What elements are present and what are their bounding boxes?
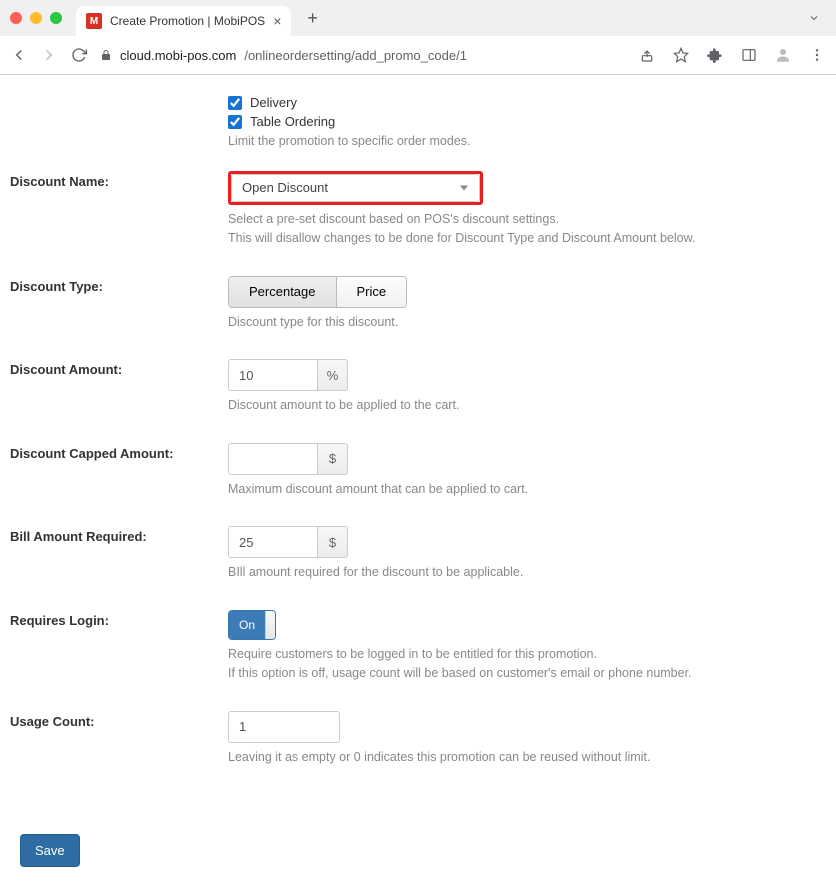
requires-login-row: Requires Login: On Require customers to … <box>10 610 826 683</box>
share-icon[interactable] <box>638 46 656 64</box>
lock-icon <box>100 49 112 61</box>
table-ordering-checkbox-row: Table Ordering <box>228 114 826 129</box>
percent-addon: % <box>318 359 348 391</box>
delivery-label: Delivery <box>250 95 297 110</box>
discount-name-select-highlight: Open Discount <box>228 171 483 205</box>
mobipos-favicon: M <box>86 13 102 29</box>
close-window-button[interactable] <box>10 12 22 24</box>
discount-name-select[interactable]: Open Discount <box>231 174 480 202</box>
discount-amount-help: Discount amount to be applied to the car… <box>228 397 826 415</box>
discount-name-label: Discount Name: <box>10 174 109 189</box>
discount-name-help2: This will disallow changes to be done fo… <box>228 230 826 248</box>
panel-icon[interactable] <box>740 46 758 64</box>
discount-capped-row: Discount Capped Amount: $ Maximum discou… <box>10 443 826 499</box>
browser-toolbar: cloud.mobi-pos.com/onlineordersetting/ad… <box>0 36 836 74</box>
dollar-addon: $ <box>318 443 348 475</box>
kebab-menu-icon[interactable] <box>808 46 826 64</box>
discount-type-price[interactable]: Price <box>336 277 407 307</box>
requires-login-label: Requires Login: <box>10 613 109 628</box>
star-icon[interactable] <box>672 46 690 64</box>
discount-amount-label: Discount Amount: <box>10 362 122 377</box>
discount-type-percentage[interactable]: Percentage <box>229 277 336 307</box>
promotion-form: Delivery Table Ordering Limit the promot… <box>0 75 836 887</box>
tab-title: Create Promotion | MobiPOS <box>110 14 265 28</box>
discount-capped-label: Discount Capped Amount: <box>10 446 173 461</box>
reload-button[interactable] <box>70 46 88 64</box>
bill-required-label: Bill Amount Required: <box>10 529 147 544</box>
order-modes-help: Limit the promotion to specific order mo… <box>228 133 826 151</box>
chevron-down-icon[interactable] <box>808 12 820 24</box>
dollar-addon-2: $ <box>318 526 348 558</box>
minimize-window-button[interactable] <box>30 12 42 24</box>
address-bar[interactable]: cloud.mobi-pos.com/onlineordersetting/ad… <box>100 48 626 63</box>
bill-required-help: BIll amount required for the discount to… <box>228 564 826 582</box>
delivery-checkbox[interactable] <box>228 96 242 110</box>
usage-count-row: Usage Count: Leaving it as empty or 0 in… <box>10 711 826 767</box>
browser-tab[interactable]: M Create Promotion | MobiPOS × <box>76 6 291 36</box>
delivery-checkbox-row: Delivery <box>228 95 826 110</box>
extensions-icon[interactable] <box>706 46 724 64</box>
discount-name-row: Discount Name: Open Discount Select a pr… <box>10 171 826 248</box>
discount-type-segmented: Percentage Price <box>228 276 407 308</box>
discount-amount-input[interactable] <box>228 359 318 391</box>
bill-required-row: Bill Amount Required: $ BIll amount requ… <box>10 526 826 582</box>
requires-login-toggle[interactable]: On <box>228 610 276 640</box>
discount-name-help1: Select a pre-set discount based on POS's… <box>228 211 826 229</box>
url-path: /onlineordersetting/add_promo_code/1 <box>244 48 467 63</box>
url-host: cloud.mobi-pos.com <box>120 48 236 63</box>
profile-icon[interactable] <box>774 46 792 64</box>
discount-type-label: Discount Type: <box>10 279 103 294</box>
toggle-on-label: On <box>229 611 265 639</box>
close-tab-icon[interactable]: × <box>273 13 281 29</box>
discount-amount-row: Discount Amount: % Discount amount to be… <box>10 359 826 415</box>
requires-login-help1: Require customers to be logged in to be … <box>228 646 826 664</box>
discount-type-row: Discount Type: Percentage Price Discount… <box>10 276 826 332</box>
maximize-window-button[interactable] <box>50 12 62 24</box>
discount-name-value: Open Discount <box>242 180 328 195</box>
back-button[interactable] <box>10 46 28 64</box>
discount-capped-input[interactable] <box>228 443 318 475</box>
browser-chrome: M Create Promotion | MobiPOS × + cloud.m… <box>0 0 836 75</box>
table-ordering-label: Table Ordering <box>250 114 335 129</box>
discount-capped-help: Maximum discount amount that can be appl… <box>228 481 826 499</box>
usage-count-label: Usage Count: <box>10 714 95 729</box>
toggle-handle <box>265 611 275 639</box>
discount-type-help: Discount type for this discount. <box>228 314 826 332</box>
order-modes-row: Delivery Table Ordering Limit the promot… <box>10 95 826 151</box>
forward-button <box>40 46 58 64</box>
titlebar: M Create Promotion | MobiPOS × + <box>0 0 836 36</box>
table-ordering-checkbox[interactable] <box>228 115 242 129</box>
bill-required-input[interactable] <box>228 526 318 558</box>
usage-count-help: Leaving it as empty or 0 indicates this … <box>228 749 826 767</box>
save-button[interactable]: Save <box>20 834 80 867</box>
new-tab-button[interactable]: + <box>307 8 318 29</box>
requires-login-help2: If this option is off, usage count will … <box>228 665 826 683</box>
window-controls <box>10 12 62 24</box>
